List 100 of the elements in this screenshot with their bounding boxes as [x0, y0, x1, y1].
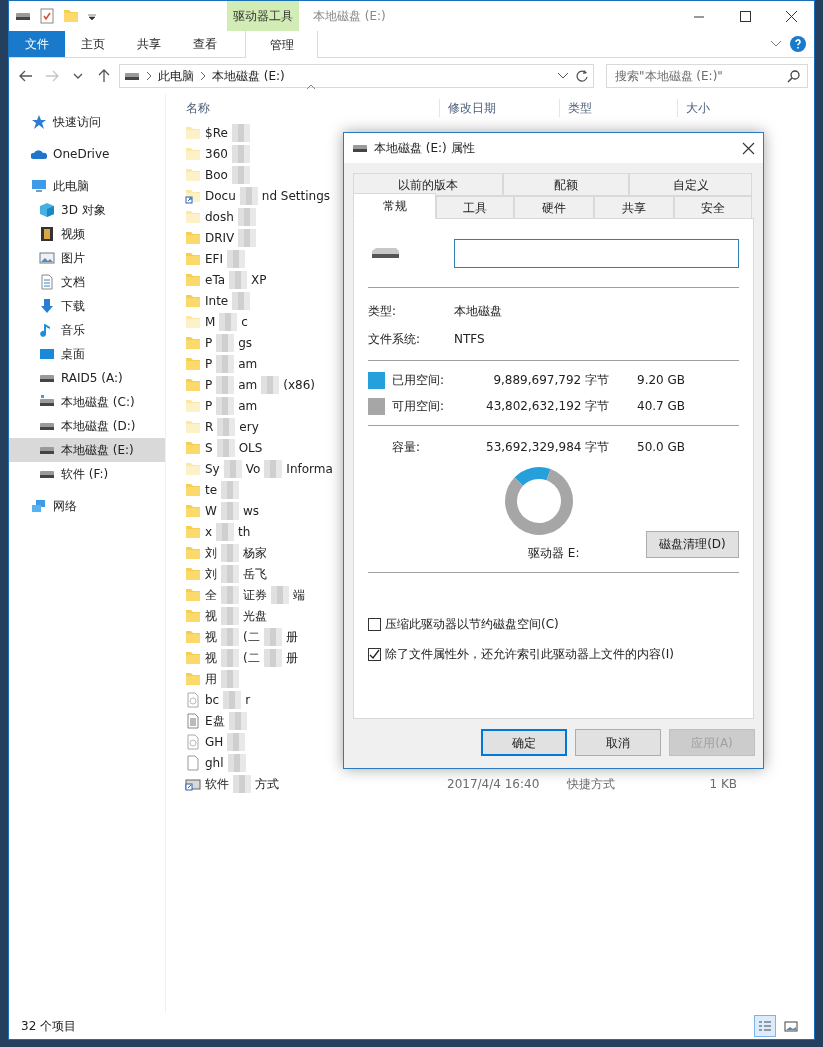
sidebar-item[interactable]: 图片: [9, 246, 165, 270]
file-name[interactable]: Inte: [205, 291, 229, 310]
sidebar-item[interactable]: 音乐: [9, 318, 165, 342]
checkbox-label[interactable]: 压缩此驱动器以节约磁盘空间(C): [385, 615, 559, 633]
dialog-tab[interactable]: 工具: [436, 196, 514, 219]
file-name[interactable]: eTa: [205, 270, 226, 289]
file-name[interactable]: XP: [251, 270, 267, 289]
sidebar-item[interactable]: OneDrive: [9, 142, 165, 166]
file-name[interactable]: 用: [205, 669, 217, 688]
ribbon-tab[interactable]: 查看: [177, 31, 233, 57]
sidebar-item[interactable]: 此电脑: [9, 174, 165, 198]
file-name[interactable]: ery: [239, 417, 259, 436]
file-name[interactable]: S: [205, 438, 213, 457]
file-name[interactable]: c: [241, 312, 248, 331]
sidebar-item[interactable]: 网络: [9, 494, 165, 518]
file-name[interactable]: Docu: [205, 186, 236, 205]
sidebar-item[interactable]: 视频: [9, 222, 165, 246]
dialog-button[interactable]: 取消: [575, 729, 661, 756]
checkbox[interactable]: [368, 647, 381, 661]
file-name[interactable]: OLS: [238, 438, 263, 457]
file-name[interactable]: E盘: [205, 711, 225, 730]
file-name[interactable]: W: [205, 501, 217, 520]
sidebar-item[interactable]: 下载: [9, 294, 165, 318]
dialog-tab[interactable]: 常规: [353, 193, 436, 219]
file-name[interactable]: 视: [205, 648, 217, 667]
file-name[interactable]: (二: [243, 627, 260, 646]
file-menu-button[interactable]: 文件: [9, 31, 65, 57]
file-name[interactable]: Informa: [286, 459, 333, 478]
file-name[interactable]: 岳飞: [243, 564, 267, 583]
sidebar-item[interactable]: 桌面: [9, 342, 165, 366]
maximize-icon[interactable]: [738, 9, 752, 23]
file-name[interactable]: nd Settings: [261, 186, 331, 205]
help-icon[interactable]: [790, 36, 806, 52]
checkbox[interactable]: [368, 617, 381, 631]
file-name[interactable]: dosh: [205, 207, 234, 226]
file-name[interactable]: x: [205, 522, 213, 541]
file-name[interactable]: (x86): [283, 375, 316, 394]
file-name[interactable]: 刘: [205, 564, 217, 583]
file-name[interactable]: 360: [205, 144, 228, 163]
file-name[interactable]: am: [238, 354, 258, 373]
file-name[interactable]: te: [205, 480, 218, 499]
refresh-icon[interactable]: [575, 69, 589, 83]
file-name[interactable]: 方式: [255, 774, 279, 793]
search-box[interactable]: 搜索"本地磁盘 (E:)": [606, 64, 808, 88]
file-name[interactable]: M: [205, 312, 216, 331]
file-name[interactable]: Boo: [205, 165, 228, 184]
ribbon-tab[interactable]: 共享: [121, 31, 177, 57]
ribbon-tab[interactable]: 管理: [245, 31, 318, 58]
file-name[interactable]: am: [238, 396, 258, 415]
chevron-down-icon[interactable]: [557, 72, 569, 80]
file-name[interactable]: bc: [205, 690, 220, 709]
breadcrumb-link[interactable]: 本地磁盘 (E:): [212, 67, 285, 85]
checkbox-label[interactable]: 除了文件属性外，还允许索引此驱动器上文件的内容(I): [385, 645, 674, 663]
file-name[interactable]: Sy: [205, 459, 220, 478]
file-name[interactable]: 册: [285, 627, 298, 646]
file-name[interactable]: (二: [243, 648, 260, 667]
sidebar-item[interactable]: 本地磁盘 (D:): [9, 414, 165, 438]
properties-icon[interactable]: [39, 8, 55, 24]
column-header[interactable]: 修改日期: [439, 99, 559, 117]
file-name[interactable]: th: [238, 522, 251, 541]
file-name[interactable]: EFI: [205, 249, 224, 268]
name-field[interactable]: [454, 238, 739, 268]
file-name[interactable]: r: [245, 690, 251, 709]
dialog-tab[interactable]: 自定义: [629, 173, 752, 196]
dialog-tab[interactable]: 以前的版本: [353, 173, 503, 196]
file-name[interactable]: 证券: [243, 585, 267, 604]
dialog-button[interactable]: 确定: [481, 729, 567, 756]
sidebar-item[interactable]: 本地磁盘 (E:): [9, 438, 165, 462]
column-header[interactable]: 类型: [559, 99, 677, 117]
dialog-tab[interactable]: 硬件: [514, 196, 594, 219]
file-name[interactable]: 全: [205, 585, 217, 604]
file-name[interactable]: P: [205, 396, 213, 415]
sidebar-item[interactable]: 3D 对象: [9, 198, 165, 222]
column-header[interactable]: 名称: [178, 99, 439, 117]
dialog-tab[interactable]: 配额: [503, 173, 629, 196]
close-icon[interactable]: [742, 141, 755, 155]
column-header[interactable]: 大小: [677, 99, 745, 117]
dialog-tab[interactable]: 共享: [594, 196, 674, 219]
sidebar-item[interactable]: 本地磁盘 (C:): [9, 390, 165, 414]
file-name[interactable]: P: [205, 354, 213, 373]
chevron-down-icon[interactable]: [770, 40, 782, 48]
dialog-tab[interactable]: 安全: [674, 196, 752, 219]
file-name[interactable]: P: [205, 333, 213, 352]
file-name[interactable]: ghl: [205, 753, 224, 772]
sidebar-item[interactable]: RAID5 (A:): [9, 366, 165, 390]
file-name[interactable]: am: [238, 375, 258, 394]
file-name[interactable]: 刘: [205, 543, 217, 562]
sidebar-item[interactable]: 文档: [9, 270, 165, 294]
file-name[interactable]: P: [205, 375, 213, 394]
ribbon-tab[interactable]: 主页: [65, 31, 121, 57]
close-icon[interactable]: [784, 9, 798, 23]
file-name[interactable]: 光盘: [243, 606, 267, 625]
file-name[interactable]: 册: [285, 648, 298, 667]
file-name[interactable]: DRIV: [205, 228, 235, 247]
sidebar-item[interactable]: 快速访问: [9, 110, 165, 134]
sidebar-item[interactable]: 软件 (F:): [9, 462, 165, 486]
file-name[interactable]: Vo: [245, 459, 261, 478]
file-name[interactable]: ws: [242, 501, 259, 520]
file-name[interactable]: 软件: [205, 774, 229, 793]
file-name[interactable]: 杨家: [243, 543, 267, 562]
